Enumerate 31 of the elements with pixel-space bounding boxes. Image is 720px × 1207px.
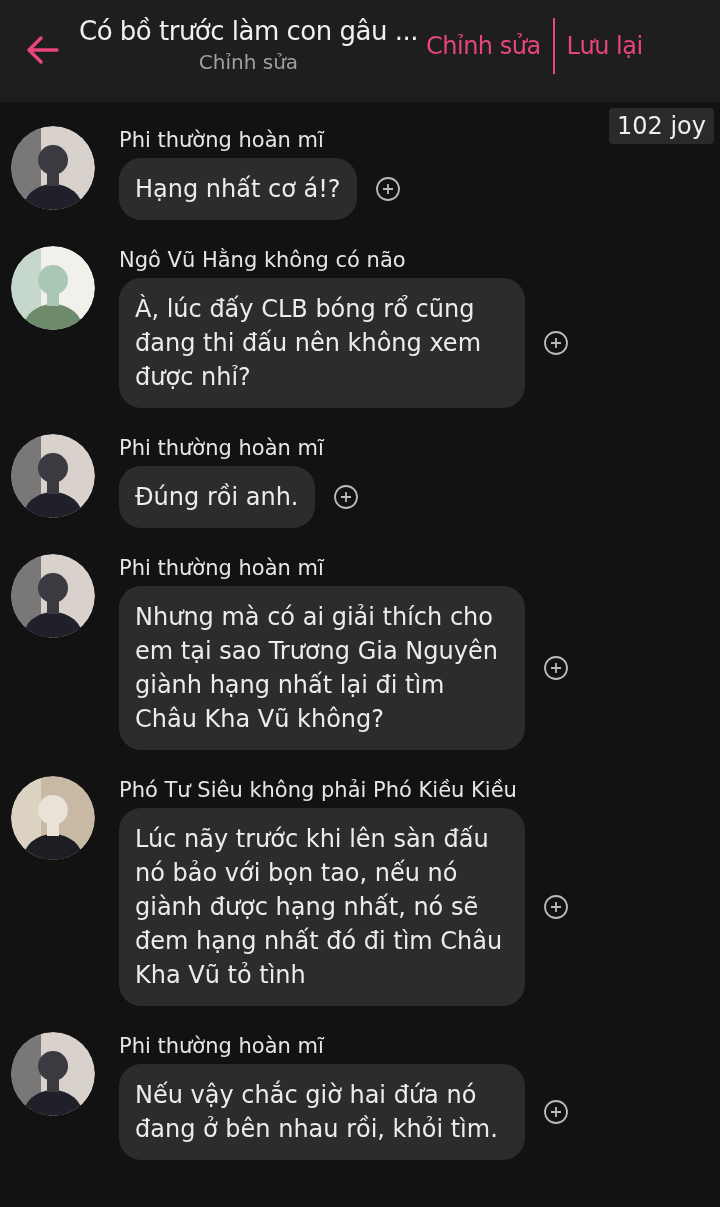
add-reaction-button[interactable] [543, 330, 569, 356]
chat-title: Có bồ trước làm con gâu ... [79, 16, 418, 46]
message-bubble: Lúc nãy trước khi lên sàn đấu nó bảo với bọn tao, nếu nó giành được hạng nhất, nó sẽ đem hạng nhất đó đi tìm Châu Kha Vũ tỏ tình [119, 808, 525, 1006]
plus-icon [543, 655, 569, 681]
plus-icon [543, 894, 569, 920]
add-reaction-button[interactable] [543, 655, 569, 681]
sender-name: Phó Tư Siêu không phải Phó Kiều Kiều [119, 778, 518, 802]
add-reaction-button[interactable] [374, 176, 401, 202]
plus-icon [332, 484, 359, 510]
plus-icon [543, 1099, 569, 1125]
plus-icon [374, 176, 401, 202]
add-reaction-button[interactable] [332, 484, 359, 510]
sender-name: Phi thường hoàn mĩ [119, 128, 326, 152]
add-reaction-button[interactable] [543, 894, 569, 920]
plus-icon [543, 330, 569, 356]
sender-name: Phi thường hoàn mĩ [119, 436, 326, 460]
sender-name: Ngô Vũ Hằng không có não [119, 248, 407, 272]
sender-name: Phi thường hoàn mĩ [119, 556, 326, 580]
message-bubble: À, lúc đấy CLB bóng rổ cũng đang thi đấu nên không xem được nhỉ? [119, 278, 525, 408]
header-action-button[interactable]: Chỉnh sửa [426, 32, 553, 60]
message-bubble: Nhưng mà có ai giải thích cho em tại sao Trương Gia Nguyên giành hạng nhất lại đi tìm Châu Kha Vũ không? [119, 586, 525, 750]
chat-subtitle: Chỉnh sửa [198, 50, 299, 74]
add-reaction-button[interactable] [543, 1099, 569, 1125]
joy-counter: 102 joy [609, 108, 714, 144]
message-bubble: Nếu vậy chắc giờ hai đứa nó đang ở bên nhau rồi, khỏi tìm. [119, 1064, 525, 1160]
sender-name: Phi thường hoàn mĩ [119, 1034, 326, 1058]
back-arrow-icon [25, 35, 59, 65]
back-button[interactable] [25, 34, 61, 66]
header-action-button[interactable]: Lưu lại [566, 32, 655, 60]
message-bubble: Đúng rồi anh. [119, 466, 315, 528]
message-bubble: Hạng nhất cơ á!? [119, 158, 357, 220]
